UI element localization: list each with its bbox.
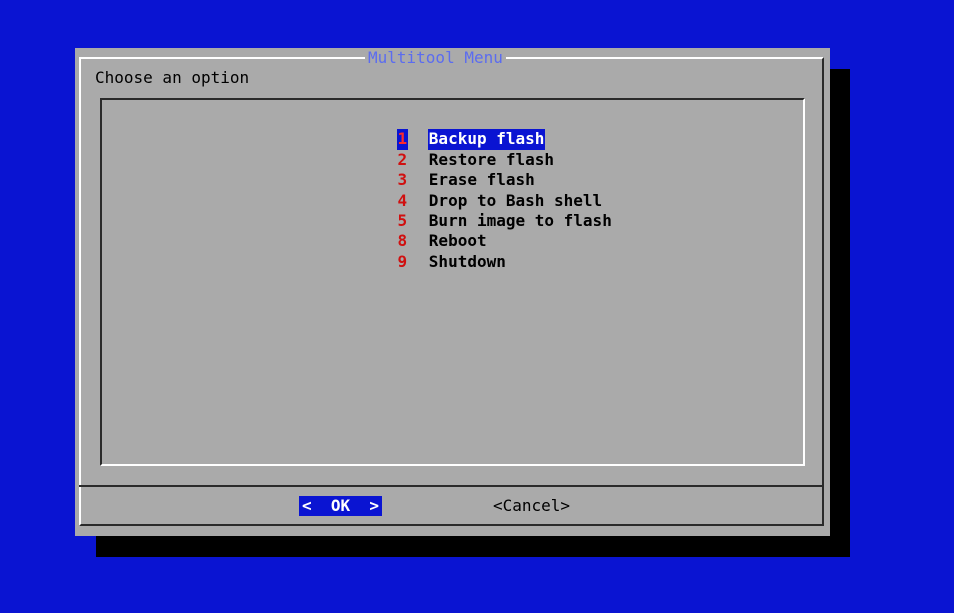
menu-item-tag: 5	[397, 210, 408, 230]
menu-item-tag: 1	[396, 129, 408, 150]
menu-item-tag: 3	[397, 170, 408, 190]
button-separator	[79, 485, 824, 487]
menu-item-tag: 2	[397, 149, 408, 169]
menu-item-tag: 9	[397, 251, 408, 271]
menu-item-label: Backup flash	[427, 129, 546, 150]
menu-item-tag: 4	[397, 190, 408, 210]
dialog-title: Multitool Menu	[365, 48, 506, 68]
ok-button[interactable]: < OK >	[299, 496, 382, 516]
menu-item-label: Shutdown	[428, 251, 506, 271]
menu-item-tag: 8	[397, 231, 408, 251]
menu-list: 1 Backup flash 2 Restore flash 3 Erase flas…	[339, 109, 613, 271]
menu-item-label: Reboot	[428, 231, 487, 251]
menu-item-backup-flash[interactable]: 1 Backup flash	[339, 109, 613, 150]
menu-item-label: Restore flash	[428, 149, 555, 169]
menu-item-label: Erase flash	[428, 170, 535, 190]
menu-item-label: Burn image to flash	[428, 210, 612, 230]
dialog-prompt: Choose an option	[95, 68, 250, 87]
cancel-button[interactable]: <Cancel>	[493, 496, 570, 516]
multitool-dialog: Multitool Menu Choose an option 1 Backup …	[75, 48, 830, 536]
menu-item-label: Drop to Bash shell	[428, 190, 603, 210]
